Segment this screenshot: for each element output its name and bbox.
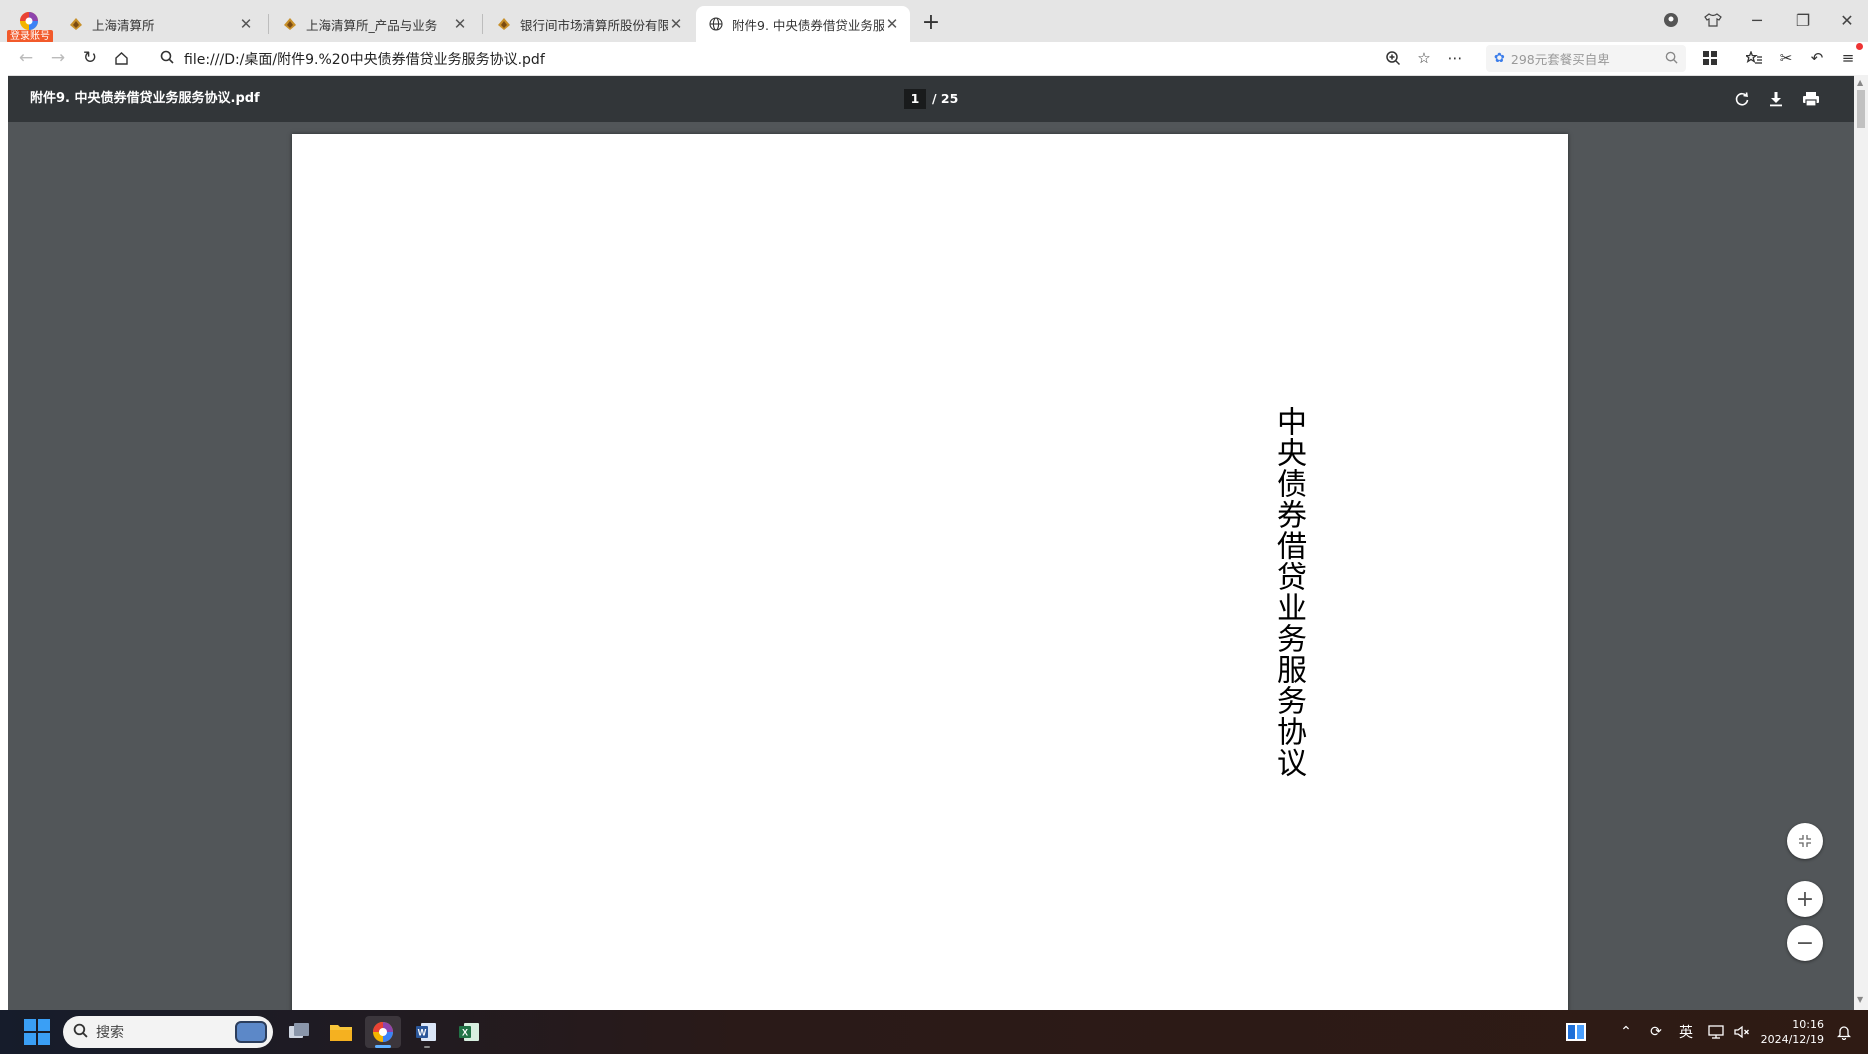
- undo-icon[interactable]: ↶: [1803, 45, 1831, 71]
- pdf-page: 中央债券借贷业务服务协议: [292, 134, 1568, 1010]
- side-search-box[interactable]: ✿ 298元套餐买自卑: [1486, 45, 1686, 72]
- address-bar[interactable]: file:///D:/桌面/附件9.%20中央债券借贷业务服务协议.pdf: [146, 45, 1446, 72]
- page-number-input[interactable]: 1: [904, 89, 926, 109]
- home-icon[interactable]: [107, 45, 135, 71]
- svg-text:W: W: [418, 1028, 427, 1038]
- tab-label: 上海清算所: [92, 17, 155, 33]
- tab-interbank-clearing[interactable]: 银行间市场清算所股份有限公 ✕: [484, 6, 694, 42]
- favorites-icon[interactable]: [1740, 45, 1768, 71]
- tab-label: 上海清算所_产品与业务: [306, 17, 438, 33]
- skin-icon[interactable]: [1696, 5, 1730, 35]
- site-favicon-icon: [282, 16, 298, 32]
- search-icon[interactable]: [1665, 51, 1678, 67]
- reload-icon[interactable]: ↻: [76, 45, 104, 71]
- task-view-icon[interactable]: [281, 1016, 317, 1048]
- close-icon[interactable]: ✕: [452, 15, 468, 33]
- page-total: / 25: [932, 91, 959, 106]
- active-app-indicator: [375, 1045, 391, 1048]
- windows-start-icon[interactable]: [24, 1019, 50, 1045]
- search-icon: [73, 1023, 88, 1042]
- clock-date: 2024/12/19: [1760, 1033, 1824, 1046]
- tab-divider: [482, 14, 483, 34]
- back-icon[interactable]: ←: [12, 45, 40, 71]
- system-clock[interactable]: 10:16 2024/12/19: [1758, 1017, 1824, 1047]
- address-text: file:///D:/桌面/附件9.%20中央债券借贷业务服务协议.pdf: [184, 51, 545, 68]
- globe-icon: [708, 16, 724, 32]
- plus-icon[interactable]: +: [916, 8, 946, 38]
- grid-icon[interactable]: [1696, 45, 1724, 71]
- zoom-in-icon[interactable]: +: [1787, 881, 1823, 917]
- notification-dot: [1856, 43, 1863, 50]
- download-icon[interactable]: [1762, 85, 1790, 113]
- tab-divider: [268, 14, 269, 34]
- fit-page-icon[interactable]: [1787, 823, 1823, 859]
- taskbar-search-placeholder: 搜索: [96, 1025, 124, 1041]
- search-icon: [160, 50, 174, 68]
- tab-pdf-active[interactable]: 附件9. 中央债券借贷业务服务 ✕: [696, 6, 910, 42]
- forward-icon[interactable]: →: [44, 45, 72, 71]
- widget-icon[interactable]: [1562, 1018, 1590, 1046]
- close-icon[interactable]: ✕: [884, 15, 900, 33]
- file-explorer-icon[interactable]: [323, 1016, 359, 1048]
- more-icon[interactable]: ⋯: [1441, 45, 1469, 71]
- browser-toolbar: ← → ↻ file:///D:/桌面/附件9.%20中央债券借贷业务服务协议.…: [0, 42, 1868, 76]
- excel-icon[interactable]: X: [451, 1016, 487, 1048]
- scroll-up-arrow[interactable]: ▲: [1857, 78, 1863, 87]
- baidu-paw-icon: ✿: [1494, 51, 1505, 66]
- svg-text:X: X: [462, 1028, 468, 1038]
- word-icon[interactable]: W: [408, 1016, 444, 1048]
- clock-time: 10:16: [1792, 1018, 1824, 1031]
- restore-button[interactable]: ❐: [1786, 5, 1820, 35]
- site-favicon-icon: [496, 16, 512, 32]
- close-icon[interactable]: ✕: [668, 15, 684, 33]
- tab-products-business[interactable]: 上海清算所_产品与业务 ✕: [270, 6, 478, 42]
- pdf-filename: 附件9. 中央债券借贷业务服务协议.pdf: [30, 91, 260, 106]
- document-title: 中央债券借贷业务服务协议: [1271, 406, 1306, 778]
- sync-icon[interactable]: ⟳: [1644, 1018, 1668, 1046]
- search-highlight-art: [235, 1021, 267, 1043]
- zoom-out-icon[interactable]: −: [1787, 925, 1823, 961]
- site-favicon-icon: [68, 16, 84, 32]
- tab-shclearing[interactable]: 上海清算所 ✕: [56, 6, 264, 42]
- vertical-scrollbar[interactable]: [1854, 75, 1868, 1010]
- ime-indicator[interactable]: 英: [1674, 1018, 1698, 1046]
- zoom-icon[interactable]: [1379, 45, 1407, 71]
- account-icon[interactable]: [1654, 5, 1688, 35]
- tab-label: 附件9. 中央债券借贷业务服务: [732, 17, 884, 33]
- running-indicator: [424, 1046, 430, 1048]
- minimize-button[interactable]: ─: [1740, 5, 1774, 35]
- viewer-edge: [0, 75, 8, 1010]
- tab-label: 银行间市场清算所股份有限公: [520, 17, 668, 33]
- scissors-icon[interactable]: ✂: [1772, 45, 1800, 71]
- close-icon[interactable]: ✕: [238, 15, 254, 33]
- network-icon[interactable]: [1704, 1018, 1728, 1046]
- browser-taskbar-icon[interactable]: [365, 1016, 401, 1048]
- close-window-button[interactable]: ✕: [1830, 5, 1864, 35]
- notification-icon[interactable]: [1832, 1018, 1856, 1046]
- print-icon[interactable]: [1797, 85, 1825, 113]
- scrollbar-thumb[interactable]: [1857, 90, 1865, 128]
- side-search-placeholder: 298元套餐买自卑: [1510, 52, 1610, 67]
- rotate-icon[interactable]: [1728, 85, 1756, 113]
- taskbar-search[interactable]: 搜索: [63, 1016, 273, 1048]
- chevron-up-icon[interactable]: ⌃: [1615, 1018, 1637, 1046]
- speaker-muted-icon[interactable]: [1730, 1018, 1754, 1046]
- pdf-toolbar: 附件9. 中央债券借贷业务服务协议.pdf 1 / 25: [8, 76, 1854, 122]
- scroll-down-arrow[interactable]: ▼: [1857, 995, 1863, 1004]
- pdf-canvas[interactable]: 中央债券借贷业务服务协议: [8, 122, 1854, 1010]
- star-icon[interactable]: ☆: [1410, 45, 1438, 71]
